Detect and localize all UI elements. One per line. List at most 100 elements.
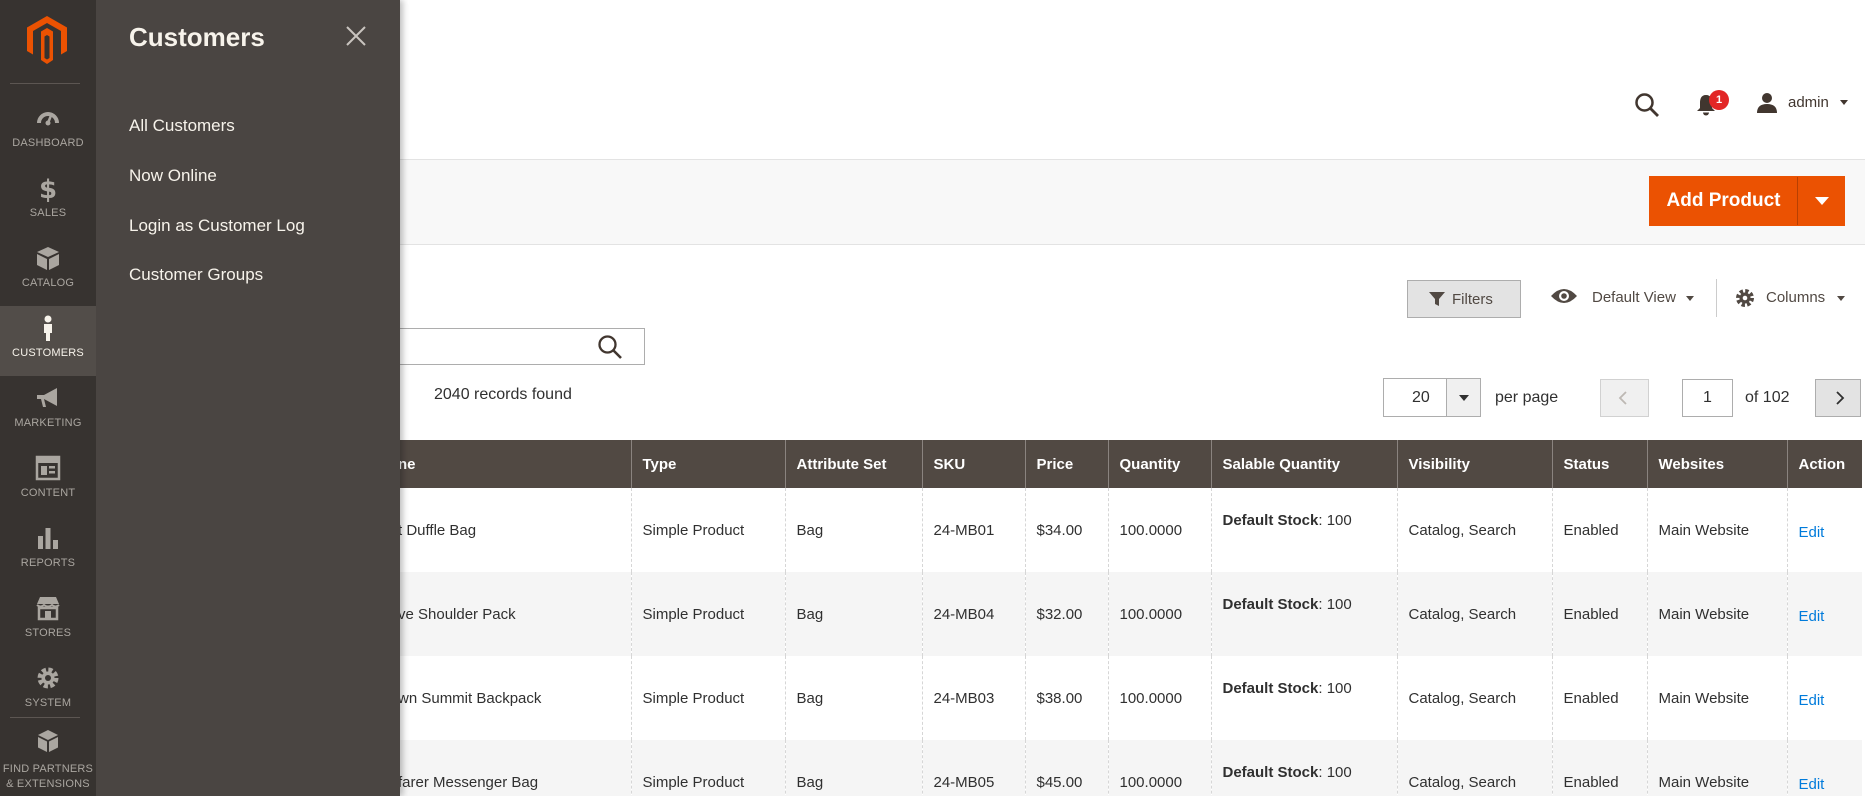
nav-label-line: FIND PARTNERS <box>2 763 94 775</box>
cell-price: $32.00 <box>1025 572 1109 656</box>
cell-sku: 24-MB05 <box>922 740 1026 796</box>
stock-value: : 100 <box>1318 512 1352 529</box>
per-page-label: per page <box>1495 389 1559 406</box>
nav-item-dashboard[interactable]: DASHBOARD <box>0 96 96 166</box>
cell-quantity: 100.0000 <box>1108 488 1212 572</box>
funnel-icon <box>1429 292 1445 306</box>
column-header-visibility[interactable]: Visibility <box>1397 440 1553 488</box>
nav-divider <box>10 83 80 84</box>
edit-link[interactable]: Edit <box>1799 608 1825 625</box>
nav-item-content[interactable]: CONTENT <box>0 446 96 516</box>
nav-item-reports[interactable]: REPORTS <box>0 516 96 586</box>
cell-visibility: Catalog, Search <box>1397 740 1553 796</box>
edit-link[interactable]: Edit <box>1799 692 1825 709</box>
chevron-down-icon[interactable] <box>1686 296 1694 301</box>
close-icon[interactable] <box>344 24 368 48</box>
default-view-dropdown[interactable]: Default View <box>1592 289 1676 306</box>
column-header-quantity[interactable]: Quantity <box>1108 440 1212 488</box>
add-product-button[interactable]: Add Product <box>1650 177 1797 225</box>
nav-item-system[interactable]: SYSTEM <box>0 656 96 726</box>
nav-label: STORES <box>24 627 72 639</box>
page-actions-bar <box>400 159 1865 245</box>
column-header-websites[interactable]: Websites <box>1647 440 1788 488</box>
toolbar-divider <box>1716 279 1717 317</box>
columns-dropdown[interactable]: Columns <box>1766 289 1825 306</box>
nav-divider <box>10 717 80 718</box>
add-product-split-button: Add Product <box>1649 176 1845 226</box>
eye-icon[interactable] <box>1550 286 1578 306</box>
chevron-down-icon[interactable] <box>1837 296 1845 301</box>
current-page-input[interactable] <box>1682 379 1733 417</box>
cell-type: Simple Product <box>631 740 786 796</box>
magento-logo-icon[interactable] <box>27 16 67 64</box>
person-icon <box>44 315 52 341</box>
nav-item-sales[interactable]: $ SALES <box>0 166 96 236</box>
store-icon <box>36 597 60 621</box>
nav-label: MARKETING <box>14 417 82 429</box>
nav-label: CUSTOMERS <box>12 347 84 359</box>
edit-link[interactable]: Edit <box>1799 776 1825 793</box>
search-icon[interactable] <box>597 334 623 360</box>
user-icon[interactable] <box>1756 92 1778 114</box>
dollar-icon: $ <box>39 175 57 202</box>
svg-text:$: $ <box>39 175 57 202</box>
cell-status: Enabled <box>1552 740 1648 796</box>
submenu-title: Customers <box>129 22 265 52</box>
previous-page-button[interactable] <box>1600 379 1649 417</box>
column-header-status[interactable]: Status <box>1552 440 1648 488</box>
chevron-down-icon[interactable] <box>1840 100 1848 105</box>
cell-status: Enabled <box>1552 572 1648 656</box>
cell-quantity: 100.0000 <box>1108 740 1212 796</box>
records-found-count: 2040 records found <box>434 386 572 403</box>
column-header-price[interactable]: Price <box>1025 440 1109 488</box>
submenu-link-login-as-customer-log[interactable]: Login as Customer Log <box>129 216 305 236</box>
cell-salable-quantity: Default Stock: 100 <box>1211 740 1398 796</box>
nav-label: CONTENT <box>20 487 76 499</box>
gear-icon <box>37 667 59 689</box>
column-header-type[interactable]: Type <box>631 440 786 488</box>
search-icon[interactable] <box>1634 92 1660 118</box>
admin-user-menu[interactable]: admin <box>1788 94 1829 111</box>
nav-item-catalog[interactable]: CATALOG <box>0 236 96 306</box>
stock-label: Default Stock <box>1222 680 1319 697</box>
notification-count-badge[interactable]: 1 <box>1709 90 1729 110</box>
submenu-link-customer-groups[interactable]: Customer Groups <box>129 265 263 285</box>
cell-quantity: 100.0000 <box>1108 656 1212 740</box>
filters-button[interactable]: Filters <box>1407 280 1521 318</box>
cell-visibility: Catalog, Search <box>1397 656 1553 740</box>
column-header-sku[interactable]: SKU <box>922 440 1026 488</box>
filters-label: Filters <box>1452 291 1493 308</box>
customers-submenu: Customers All Customers Now Online Login… <box>96 0 400 796</box>
add-product-type-dropdown-toggle[interactable] <box>1798 177 1845 225</box>
cell-price: $38.00 <box>1025 656 1109 740</box>
per-page-select[interactable]: 20 <box>1383 378 1481 417</box>
cubes-icon <box>38 730 58 752</box>
nav-label: FIND PARTNERS & EXTENSIONS <box>0 762 96 792</box>
nav-item-find-partners[interactable]: FIND PARTNERS & EXTENSIONS <box>0 724 96 794</box>
cell-attribute-set: Bag <box>785 488 923 572</box>
cell-sku: 24-MB04 <box>922 572 1026 656</box>
cell-type: Simple Product <box>631 488 786 572</box>
column-header-attribute-set[interactable]: Attribute Set <box>785 440 923 488</box>
per-page-dropdown-toggle[interactable] <box>1446 379 1480 416</box>
nav-item-marketing[interactable]: MARKETING <box>0 376 96 446</box>
dashboard-icon <box>37 112 59 126</box>
submenu-link-now-online[interactable]: Now Online <box>129 166 217 186</box>
gear-icon[interactable] <box>1734 287 1756 309</box>
submenu-link-all-customers[interactable]: All Customers <box>129 116 235 136</box>
cell-type: Simple Product <box>631 656 786 740</box>
cell-attribute-set: Bag <box>785 572 923 656</box>
nav-label: REPORTS <box>20 557 76 569</box>
edit-link[interactable]: Edit <box>1799 524 1825 541</box>
nav-item-stores[interactable]: STORES <box>0 586 96 656</box>
cell-sku: 24-MB03 <box>922 656 1026 740</box>
cell-visibility: Catalog, Search <box>1397 488 1553 572</box>
cell-quantity: 100.0000 <box>1108 572 1212 656</box>
cell-action: Edit <box>1787 572 1862 656</box>
nav-item-customers[interactable]: CUSTOMERS <box>0 306 96 376</box>
cell-action: Edit <box>1787 488 1862 572</box>
nav-label: SYSTEM <box>24 697 72 709</box>
box-icon <box>37 247 59 270</box>
cell-type: Simple Product <box>631 572 786 656</box>
next-page-button[interactable] <box>1815 379 1861 417</box>
